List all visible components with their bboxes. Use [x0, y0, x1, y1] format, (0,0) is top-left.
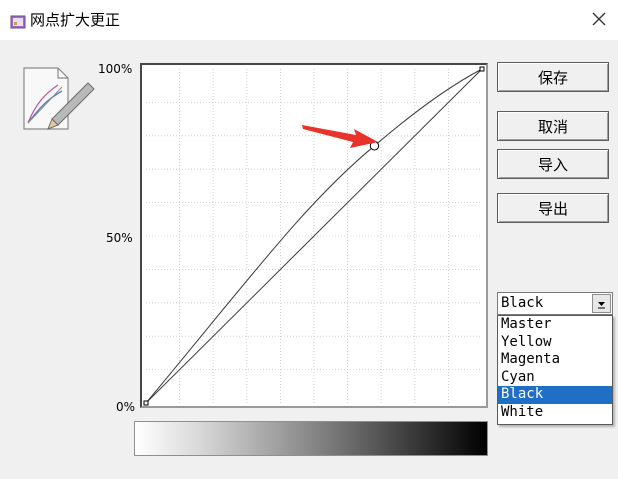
chevron-down-icon[interactable] — [592, 294, 611, 313]
window-title: 网点扩大更正 — [30, 11, 121, 29]
channel-option-cyan[interactable]: Cyan — [498, 369, 612, 387]
title-bar: 网点扩大更正 — [0, 0, 618, 40]
axis-label-100: 100% — [98, 62, 133, 76]
close-icon[interactable] — [588, 8, 610, 30]
annotation-arrow — [302, 125, 378, 148]
curve-canvas[interactable] — [142, 65, 486, 406]
curve-start-point[interactable] — [143, 400, 149, 406]
channel-option-black[interactable]: Black — [498, 386, 612, 404]
curve-editor[interactable] — [140, 63, 488, 408]
axis-label-0: 0% — [116, 400, 136, 414]
curve-document-icon — [23, 67, 95, 130]
app-icon — [10, 15, 26, 29]
axis-label-50: 50% — [106, 231, 133, 245]
channel-dropdown-list[interactable]: Master Yellow Magenta Cyan Black White — [497, 315, 613, 425]
save-button[interactable]: 保存 — [497, 62, 609, 92]
channel-option-magenta[interactable]: Magenta — [498, 351, 612, 369]
channel-option-white[interactable]: White — [498, 404, 612, 422]
tone-gradient-bar — [134, 421, 488, 456]
cancel-button[interactable]: 取消 — [497, 111, 609, 141]
import-button[interactable]: 导入 — [497, 149, 609, 179]
export-button[interactable]: 导出 — [497, 193, 609, 223]
channel-option-master[interactable]: Master — [498, 316, 612, 334]
channel-select[interactable]: Black — [497, 292, 613, 315]
channel-select-value: Black — [501, 295, 544, 311]
channel-option-yellow[interactable]: Yellow — [498, 334, 612, 352]
dot-gain-dialog: 网点扩大更正 100% 50% 0% 保存 取消 导入 导出 Black Mas… — [0, 0, 618, 479]
curve-end-point[interactable] — [479, 66, 485, 72]
